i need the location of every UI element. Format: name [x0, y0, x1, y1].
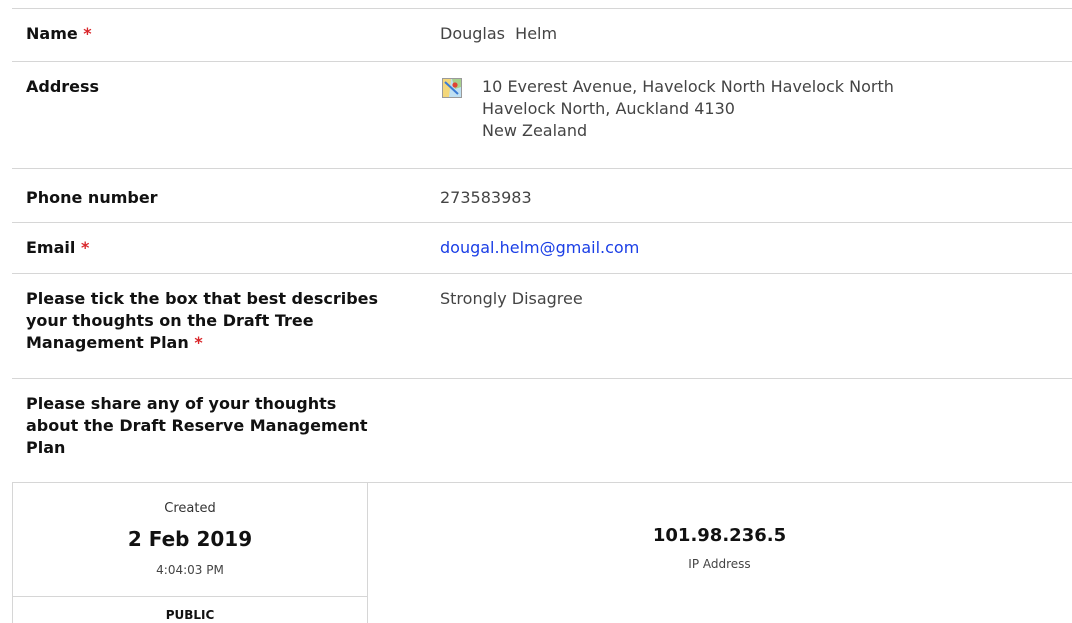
- field-row-opinion: Please tick the box that best describes …: [12, 274, 1072, 379]
- field-row-name: Name * Douglas Helm: [12, 9, 1072, 62]
- opinion-label-line-3: Management Plan *: [26, 332, 426, 354]
- required-marker: *: [194, 333, 203, 352]
- field-label-phone-text: Phone number: [26, 188, 158, 207]
- field-row-thoughts: Please share any of your thoughts about …: [12, 379, 1072, 483]
- opinion-label-line-2: your thoughts on the Draft Tree: [26, 311, 314, 330]
- field-row-address: Address 10 Everest Avenue, Havelock Nort…: [12, 62, 1072, 169]
- opinion-label-line-3-text: Management Plan: [26, 333, 189, 352]
- address-line-2: Havelock North, Auckland 4130: [482, 99, 735, 118]
- address-line-1: 10 Everest Avenue, Havelock North Havelo…: [482, 77, 894, 96]
- field-value-opinion: Strongly Disagree: [440, 289, 583, 308]
- field-row-phone: Phone number 273583983: [12, 169, 1072, 223]
- email-link[interactable]: dougal.helm@gmail.com: [440, 237, 639, 259]
- thoughts-label-line-1: Please share any of your thoughts: [26, 394, 337, 413]
- submission-meta-panel: Created 2 Feb 2019 4:04:03 PM PUBLIC 101…: [12, 483, 1072, 623]
- field-label-email: Email *: [26, 237, 426, 259]
- visibility-badge: PUBLIC: [165, 608, 215, 622]
- ip-info: 101.98.236.5 IP Address: [367, 483, 1072, 623]
- created-info: Created 2 Feb 2019 4:04:03 PM PUBLIC: [12, 483, 368, 623]
- field-label-name: Name *: [26, 23, 426, 45]
- required-marker: *: [83, 24, 92, 43]
- meta-divider: [13, 596, 367, 597]
- address-line-3: New Zealand: [482, 121, 588, 140]
- thoughts-label-line-2: about the Draft Reserve Management: [26, 416, 368, 435]
- created-date: 2 Feb 2019: [127, 527, 253, 551]
- field-label-opinion: Please tick the box that best describes …: [26, 288, 426, 354]
- field-label-address-text: Address: [26, 77, 100, 96]
- created-label: Created: [164, 501, 216, 516]
- thoughts-label-line-3: Plan: [26, 438, 66, 457]
- field-label-thoughts: Please share any of your thoughts about …: [26, 393, 426, 459]
- submission-details: Name * Douglas Helm Address 10 Everest A…: [0, 0, 1072, 623]
- field-value-address: 10 Everest Avenue, Havelock North Havelo…: [482, 76, 894, 142]
- field-label-email-text: Email: [26, 238, 76, 257]
- map-icon[interactable]: [442, 78, 462, 98]
- field-value-phone: 273583983: [440, 188, 532, 207]
- field-label-name-text: Name: [26, 24, 78, 43]
- map-icon-graphic: [443, 79, 461, 97]
- field-label-phone: Phone number: [26, 187, 426, 209]
- field-label-address: Address: [26, 76, 426, 98]
- required-marker: *: [80, 238, 90, 257]
- field-value-name: Douglas Helm: [440, 24, 558, 43]
- ip-address-value: 101.98.236.5: [652, 525, 787, 546]
- ip-address-label: IP Address: [688, 557, 751, 571]
- opinion-label-line-1: Please tick the box that best describes: [26, 289, 379, 308]
- field-row-email: Email * dougal.helm@gmail.com: [12, 223, 1072, 274]
- created-time: 4:04:03 PM: [156, 563, 224, 577]
